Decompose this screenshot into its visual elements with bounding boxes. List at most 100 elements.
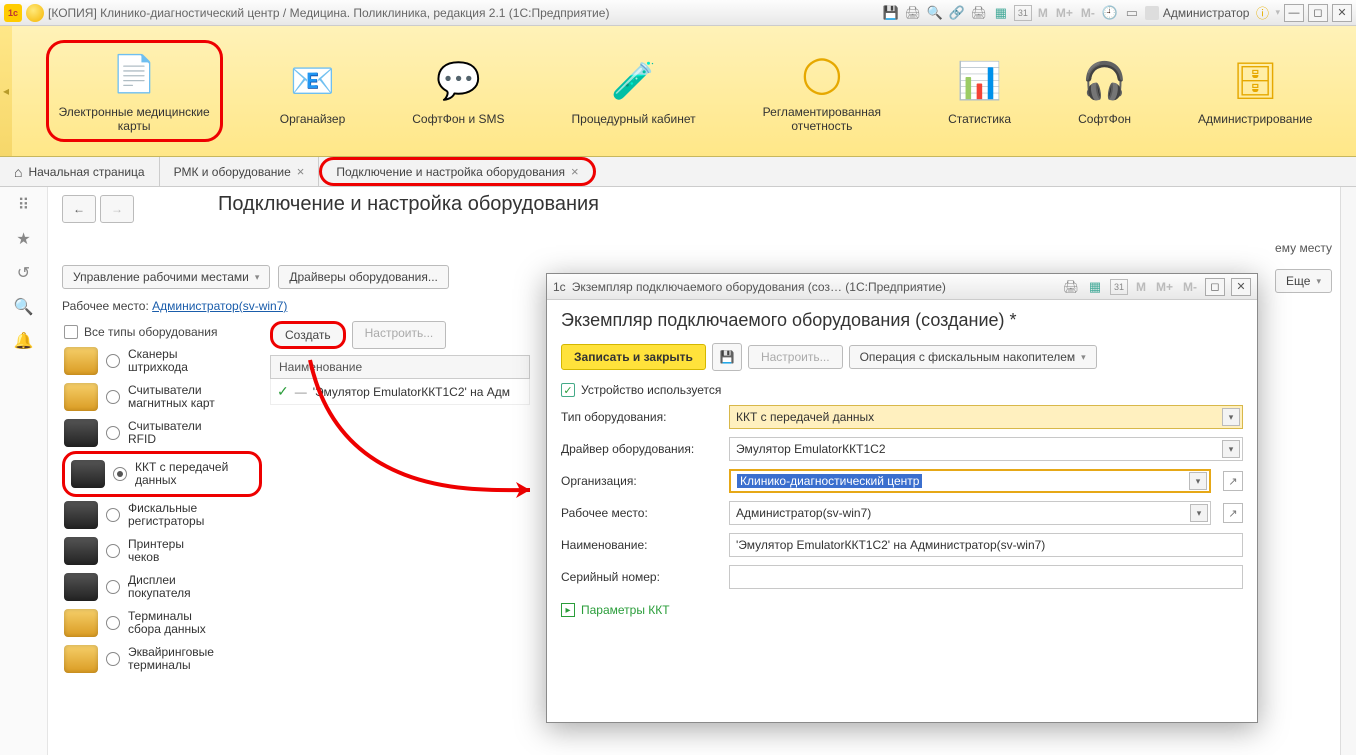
- favorites-star-icon[interactable]: ★: [16, 229, 30, 249]
- field-label: Драйвер оборудования:: [561, 442, 721, 456]
- module-administration[interactable]: 🗄 Администрирование: [1188, 50, 1322, 132]
- minimize-button[interactable]: —: [1284, 4, 1304, 22]
- apps-grid-icon[interactable]: ⠿: [18, 195, 30, 215]
- more-button[interactable]: Еще ▾: [1275, 269, 1332, 293]
- device-used-checkbox[interactable]: ✓ Устройство используется: [561, 383, 1243, 397]
- print-icon[interactable]: 🖨: [1062, 278, 1080, 296]
- table-icon[interactable]: ▦: [992, 4, 1010, 22]
- tab-rmk[interactable]: РМК и оборудование ×: [160, 157, 320, 186]
- serial-input[interactable]: [729, 565, 1243, 589]
- create-button[interactable]: Создать: [270, 321, 346, 349]
- user-area[interactable]: Администратор: [1145, 6, 1250, 20]
- module-softphone-sms[interactable]: 💬 СофтФон и SMS: [402, 50, 514, 132]
- module-softphone[interactable]: 🎧 СофтФон: [1068, 50, 1141, 132]
- fiscal-operation-button[interactable]: Операция с фискальным накопителем ▾: [849, 345, 1097, 369]
- configure-button[interactable]: Настроить...: [352, 321, 447, 349]
- module-organizer[interactable]: 📧 Органайзер: [270, 50, 356, 132]
- open-external-icon[interactable]: ↗: [1223, 471, 1243, 491]
- module-label: СофтФон и SMS: [412, 112, 504, 126]
- memory-m-minus[interactable]: M-: [1079, 6, 1097, 20]
- memory-m-plus[interactable]: M+: [1054, 6, 1075, 20]
- equipment-type-item[interactable]: Принтеры чеков: [62, 533, 262, 569]
- save-icon-button[interactable]: 💾: [712, 343, 742, 371]
- open-external-icon[interactable]: ↗: [1223, 503, 1243, 523]
- tab-home[interactable]: ⌂ Начальная страница: [0, 157, 160, 186]
- history-icon[interactable]: ↺: [17, 263, 30, 283]
- module-procedures[interactable]: 🧪 Процедурный кабинет: [562, 50, 706, 132]
- chevron-down-icon[interactable]: ▾: [1189, 472, 1207, 490]
- clock-icon[interactable]: 🕘: [1101, 4, 1119, 22]
- statistics-icon: 📊: [955, 56, 1005, 106]
- field-value: Администратор(sv-win7): [736, 506, 871, 520]
- print-icon[interactable]: 🖨: [904, 4, 922, 22]
- forward-button[interactable]: →: [100, 195, 134, 223]
- equipment-type-item[interactable]: Фискальные регистраторы: [62, 497, 262, 533]
- table-icon[interactable]: ▦: [1086, 278, 1104, 296]
- workplace-link[interactable]: Администратор(sv-win7): [152, 299, 287, 313]
- workplace-select[interactable]: Администратор(sv-win7) ▾: [729, 501, 1211, 525]
- equipment-type-item[interactable]: Считыватели магнитных карт: [62, 379, 262, 415]
- modal-maximize-button[interactable]: ◻: [1205, 278, 1225, 296]
- modal-configure-button[interactable]: Настроить...: [748, 345, 843, 369]
- memory-m[interactable]: M: [1134, 280, 1148, 294]
- btn-label: Драйверы оборудования...: [289, 270, 438, 284]
- chevron-down-icon[interactable]: ▾: [1222, 408, 1240, 426]
- save-and-close-button[interactable]: Записать и закрыть: [561, 344, 706, 370]
- drivers-button[interactable]: Драйверы оборудования...: [278, 265, 449, 289]
- equipment-type-label: Дисплеи покупателя: [128, 574, 191, 600]
- module-label: Органайзер: [280, 112, 346, 126]
- modal-close-button[interactable]: ✕: [1231, 278, 1251, 296]
- info-icon[interactable]: ⓘ: [1253, 4, 1271, 22]
- print2-icon[interactable]: 🖨: [970, 4, 988, 22]
- module-label: Регламентированная отчетность: [763, 105, 881, 134]
- panel-icon[interactable]: ▭: [1123, 4, 1141, 22]
- field-label: Серийный номер:: [561, 570, 721, 584]
- tab-equipment-setup[interactable]: Подключение и настройка оборудования ×: [319, 157, 595, 186]
- manage-workplaces-button[interactable]: Управление рабочими местами ▾: [62, 265, 270, 289]
- table-row[interactable]: ✓ — 'Эмулятор EmulatorККТ1C2' на Адм: [270, 379, 530, 405]
- module-label: Электронные медицинские карты: [59, 105, 210, 134]
- radio-icon: [106, 390, 120, 404]
- module-reporting[interactable]: ◯ Регламентированная отчетность: [753, 43, 891, 140]
- equipment-type-item[interactable]: ККТ с передачей данных: [69, 456, 255, 492]
- save-icon[interactable]: 💾: [882, 4, 900, 22]
- equipment-thumb-icon: [64, 347, 98, 375]
- close-icon[interactable]: ×: [297, 164, 305, 179]
- memory-m-plus[interactable]: M+: [1154, 280, 1175, 294]
- maximize-button[interactable]: ◻: [1308, 4, 1328, 22]
- module-statistics[interactable]: 📊 Статистика: [938, 50, 1021, 132]
- close-icon[interactable]: ×: [571, 164, 579, 179]
- equipment-type-select[interactable]: ККТ с передачей данных ▾: [729, 405, 1243, 429]
- calendar-icon[interactable]: 31: [1110, 279, 1128, 295]
- equipment-type-item[interactable]: Эквайринговые терминалы: [62, 641, 262, 677]
- notifications-bell-icon[interactable]: 🔔: [14, 331, 34, 351]
- equipment-type-item[interactable]: Терминалы сбора данных: [62, 605, 262, 641]
- search-icon[interactable]: 🔍: [926, 4, 944, 22]
- close-button[interactable]: ✕: [1332, 4, 1352, 22]
- all-types-checkbox[interactable]: Все типы оборудования: [62, 321, 262, 343]
- memory-m[interactable]: M: [1036, 6, 1050, 20]
- kkt-params-link[interactable]: ▸ Параметры ККТ: [561, 603, 1243, 617]
- equipment-type-item[interactable]: Дисплеи покупателя: [62, 569, 262, 605]
- equipment-type-item[interactable]: Считыватели RFID: [62, 415, 262, 451]
- search-icon[interactable]: 🔍: [14, 297, 34, 317]
- btn-label: Управление рабочими местами: [73, 270, 249, 284]
- back-button[interactable]: ←: [62, 195, 96, 223]
- calendar-icon[interactable]: 31: [1014, 5, 1032, 21]
- driver-select[interactable]: Эмулятор EmulatorККТ1C2 ▾: [729, 437, 1243, 461]
- chevron-down-icon[interactable]: ▾: [1222, 440, 1240, 458]
- chevron-down-icon[interactable]: ▾: [1190, 504, 1208, 522]
- organization-select[interactable]: Клинико-диагностический центр ▾: [729, 469, 1211, 493]
- equipment-thumb-icon: [64, 573, 98, 601]
- module-collapse-left[interactable]: ◂: [0, 26, 12, 156]
- equipment-types-list: Сканеры штрихкодаСчитыватели магнитных к…: [62, 343, 262, 677]
- scrollbar[interactable]: [1340, 187, 1356, 755]
- equipment-type-item[interactable]: Сканеры штрихкода: [62, 343, 262, 379]
- memory-m-minus[interactable]: M-: [1181, 280, 1199, 294]
- radio-icon: [106, 652, 120, 666]
- link-icon[interactable]: 🔗: [948, 4, 966, 22]
- name-input[interactable]: 'Эмулятор EmulatorККТ1C2' на Администрат…: [729, 533, 1243, 557]
- modal-toolbar: Записать и закрыть 💾 Настроить... Операц…: [561, 343, 1243, 371]
- equipment-thumb-icon: [64, 419, 98, 447]
- module-medical-cards[interactable]: 📄 Электронные медицинские карты: [46, 40, 223, 143]
